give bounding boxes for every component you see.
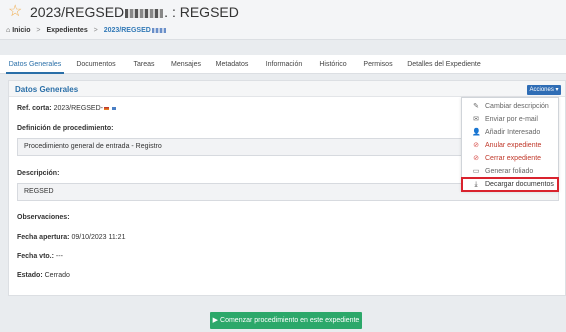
panel-title: Datos Generales [15,85,79,94]
tab-tareas[interactable]: Tareas [128,55,160,74]
breadcrumb: ⌂ Inicio > Expedientes > 2023/REGSED [6,26,166,35]
menu-item-label: Enviar por e-mail [485,116,538,123]
tab-bar: Datos Generales Documentos Tareas Mensaj… [0,55,566,74]
redacted-block [151,27,166,33]
title-prefix: 2023/REGSED [30,4,125,20]
tab-mensajes[interactable]: Mensajes [168,55,204,74]
breadcrumb-section[interactable]: Expedientes [46,27,87,34]
opening-date-value: 09/10/2023 11:21 [71,234,126,241]
start-procedure-label: Comenzar procedimiento en este expedient… [220,317,360,324]
menu-item-label: Cambiar descripción [485,103,549,110]
redacted-block [112,106,116,110]
observations-label: Observaciones: [17,213,70,222]
breadcrumb-current: 2023/REGSED [103,27,151,34]
menu-item-label: Cerrar expediente [485,155,542,162]
opening-date-label: Fecha apertura: [17,234,70,241]
tab-informacion[interactable]: Información [262,55,306,74]
actions-dropdown-menu: ✎ Cambiar descripción ✉ Enviar por e-mai… [461,97,559,192]
ref-value: 2023/REGSED- [53,105,103,112]
download-icon: ⤓ [474,181,478,188]
actions-button[interactable]: Acciones ▾ [527,85,561,95]
tab-datos-generales[interactable]: Datos Generales [6,55,64,74]
observations-label-text: Observaciones: [17,214,70,221]
ban-icon: ⊘ [473,155,479,162]
envelope-icon: ✉ [473,116,479,123]
menu-item-decargar-documentos[interactable]: ⤓ Decargar documentos [461,177,559,192]
user-plus-icon: 👤 [472,129,481,136]
file-icon: ▭ [472,168,480,175]
favorite-star-icon[interactable]: ☆ [8,4,22,20]
due-date-row: Fecha vto.: --- [17,252,63,261]
description-label: Descripción: [17,169,59,178]
due-date-label: Fecha vto.: [17,253,54,260]
tab-metadatos[interactable]: Metadatos [212,55,252,74]
redacted-block [125,8,164,18]
breadcrumb-home[interactable]: Inicio [12,27,30,34]
definition-label-text: Definición de procedimiento: [17,125,114,132]
status-row: Estado: Cerrado [17,271,70,280]
ref-row: Ref. corta: 2023/REGSED- [17,104,116,113]
breadcrumb-separator: > [36,27,41,34]
due-date-value: --- [55,253,63,260]
menu-item-anular-expediente[interactable]: ⊘ Anular expediente [462,139,558,152]
ref-label: Ref. corta: [17,105,52,112]
breadcrumb-separator: > [93,27,98,34]
menu-item-label: Generar foliado [485,168,534,175]
status-label: Estado: [17,272,43,279]
tab-historico[interactable]: Histórico [314,55,352,74]
menu-item-label: Anular expediente [485,142,542,149]
menu-item-label: Añadir Interesado [485,129,541,136]
tab-documentos[interactable]: Documentos [74,55,118,74]
page-title: 2023/REGSED . : REGSED [30,4,239,20]
menu-item-generar-foliado[interactable]: ▭ Generar foliado [462,165,558,178]
title-suffix: . : REGSED [164,4,239,20]
opening-date-row: Fecha apertura: 09/10/2023 11:21 [17,233,125,242]
menu-item-anadir-interesado[interactable]: 👤 Añadir Interesado [462,126,558,139]
menu-item-enviar-email[interactable]: ✉ Enviar por e-mail [462,113,558,126]
ban-icon: ⊘ [473,142,479,149]
page-header: ☆ 2023/REGSED . : REGSED ⌂ Inicio > Exped… [0,0,566,40]
menu-item-cambiar-descripcion[interactable]: ✎ Cambiar descripción [462,100,558,113]
definition-label: Definición de procedimiento: [17,124,113,133]
menu-item-cerrar-expediente[interactable]: ⊘ Cerrar expediente [462,152,558,165]
pencil-icon: ✎ [473,103,479,110]
panel-header: Datos Generales Acciones ▾ [9,81,565,97]
description-label-text: Descripción: [17,170,60,177]
tab-detalles[interactable]: Detalles del Expediente [404,55,484,74]
play-icon: ▶ [212,317,219,324]
start-procedure-button[interactable]: ▶ Comenzar procedimiento en este expedie… [210,312,362,329]
home-icon: ⌂ [6,27,11,34]
menu-item-label: Decargar documentos [485,181,554,188]
redacted-block [104,106,109,110]
status-value: Cerrado [44,272,70,279]
tab-permisos[interactable]: Permisos [360,55,396,74]
